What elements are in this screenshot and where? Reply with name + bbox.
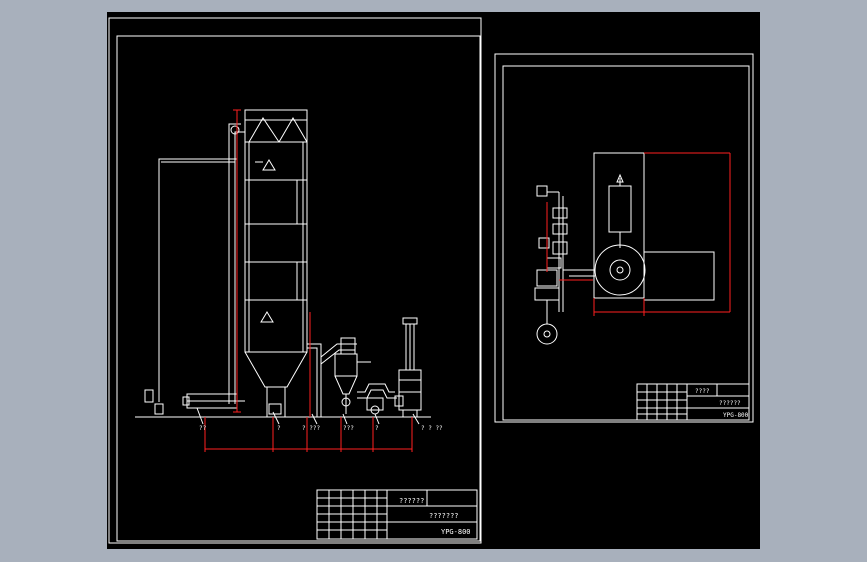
cyclone-separator (320, 337, 371, 414)
scrubber-tower (394, 317, 422, 417)
left-sheet[interactable]: ?? ? ? ??? ??? ? ? ? ?? ?????? ??????? Y… (108, 17, 482, 544)
dimension-lines-right (546, 152, 731, 316)
callout-label-5: ? (375, 425, 379, 432)
callout-label-4: ??? (343, 425, 354, 432)
cad-viewport[interactable]: ?? ? ? ??? ??? ? ? ? ?? ?????? ??????? Y… (0, 0, 867, 562)
left-sheet-border-inner (116, 35, 481, 542)
left-title-block-company: ??????? (429, 512, 459, 520)
plan-view (569, 152, 715, 301)
callout-label-6: ? ? ?? (421, 425, 443, 432)
collector-box (182, 393, 245, 409)
right-sheet[interactable]: ???? ?????? YPG-800 (494, 53, 754, 423)
right-sheet-border-inner (502, 65, 750, 421)
right-title-block-drawing-no: YPG-800 (723, 412, 749, 419)
callout-label-2: ? (277, 425, 281, 432)
right-title-block-name: ???? (695, 388, 710, 395)
drying-tower (228, 109, 322, 417)
callout-leaders (196, 407, 420, 425)
right-title-block-company: ?????? (719, 400, 741, 407)
callout-label-1: ?? (199, 425, 207, 432)
cad-drawing: ?? ? ? ??? ??? ? ? ? ?? ?????? ??????? Y… (108, 17, 754, 544)
left-title-block-drawing-no: YPG-800 (441, 528, 471, 536)
left-sheet-border-outer (108, 17, 482, 544)
piping-cluster (534, 185, 569, 345)
riser-pipe (144, 158, 237, 415)
callout-label-3: ? ??? (302, 425, 320, 432)
left-title-block-name: ?????? (399, 497, 424, 505)
right-sheet-border-outer (494, 53, 754, 423)
fan-duct (357, 383, 397, 415)
cad-canvas[interactable]: ?? ? ? ??? ??? ? ? ? ?? ?????? ??????? Y… (107, 12, 760, 549)
